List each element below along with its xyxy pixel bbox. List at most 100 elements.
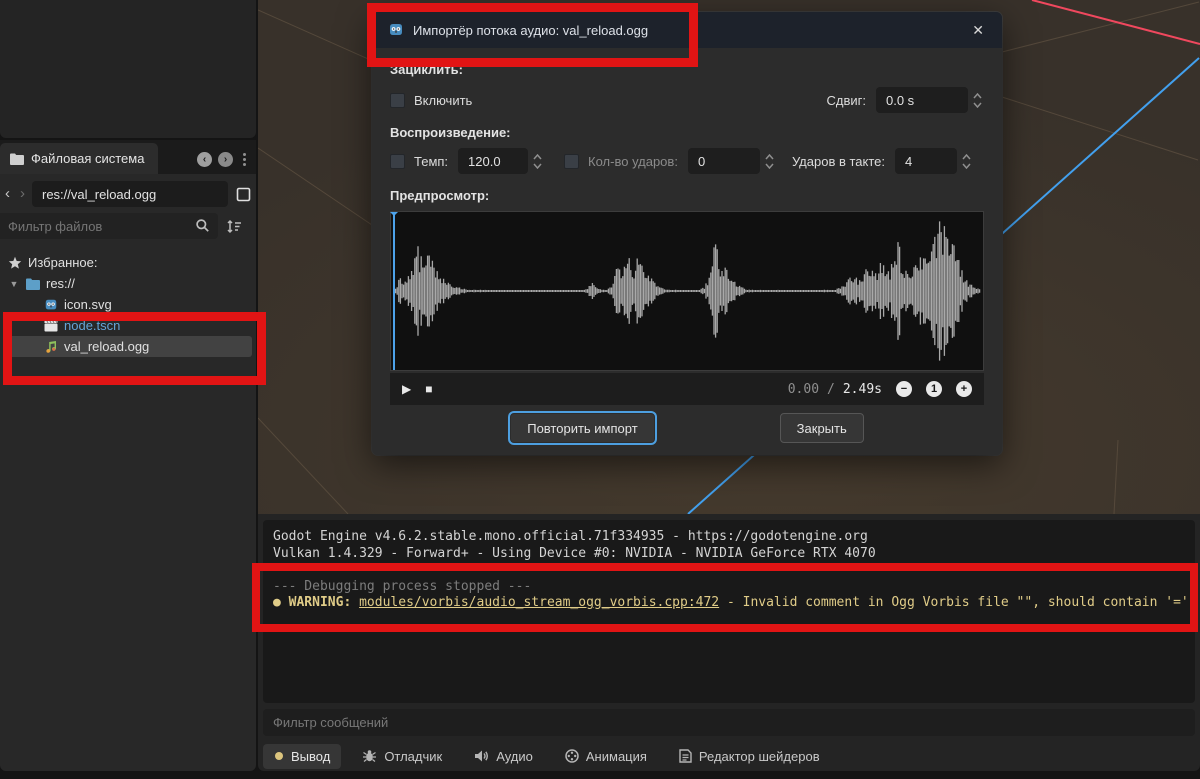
waveform-preview[interactable] [390, 211, 984, 371]
tempo-spin-arrows[interactable] [528, 153, 544, 169]
beat-count-spin-arrows[interactable] [760, 153, 776, 169]
history-back-button[interactable]: ‹ [2, 183, 13, 205]
dock-menu-button[interactable] [239, 151, 250, 168]
dock-tabbar: Файловая система ‹ › [0, 140, 256, 174]
offset-label: Сдвиг: [826, 92, 867, 108]
scene-dock-panel [0, 0, 256, 138]
preview-section-label: Предпросмотр: [390, 188, 490, 203]
zoom-out-button[interactable]: − [896, 381, 912, 397]
beat-count-checkbox[interactable] [564, 153, 580, 169]
output-log: Godot Engine v4.6.2.stable.mono.official… [263, 520, 1200, 703]
bottom-panel-tabs: Вывод Отладчик Аудио Анимация Редактор шейде… [263, 741, 1195, 771]
log-line: Godot Engine v4.6.2.stable.mono.official… [273, 529, 868, 544]
godot-icon [390, 24, 402, 35]
bottom-tab-аудио[interactable]: Аудио [463, 744, 544, 769]
bar-beats-spinbox[interactable]: 4 [895, 148, 958, 174]
offset-spin-arrows[interactable] [968, 92, 984, 108]
bottom-tab-отладчик[interactable]: Отладчик [351, 744, 453, 769]
dialog-titlebar[interactable]: Импортёр потока аудио: val_reload.ogg ✕ [372, 12, 1002, 48]
current-path-input[interactable] [32, 181, 228, 207]
bottom-tab-вывод[interactable]: Вывод [263, 743, 342, 769]
godot-icon [45, 299, 57, 309]
toggle-split-mode-button[interactable] [232, 185, 255, 204]
file-label: node.tscn [64, 318, 121, 333]
chevron-down-icon [533, 163, 542, 169]
chevron-up-icon [765, 153, 774, 159]
playback-section-label: Воспроизведение: [390, 125, 511, 140]
search-icon [195, 218, 210, 238]
file-tree-item-node.tscn[interactable]: node.tscn [4, 315, 252, 336]
file-tree-item-val-reload.ogg[interactable]: val_reload.ogg [4, 336, 252, 357]
bar-beats-label: Ударов в такте: [791, 153, 886, 169]
animation-reel-icon [565, 749, 579, 763]
tab-filesystem[interactable]: Файловая система [0, 143, 159, 174]
chevron-down-icon [962, 163, 971, 169]
loop-enable-label: Включить [414, 92, 473, 108]
folder-icon [26, 278, 40, 290]
log-line: --- Debugging process stopped --- [273, 578, 532, 594]
file-tree: Избранное: ▼ res:// icon.svg node.tscn val_re… [0, 252, 256, 357]
folder-icon [10, 153, 24, 165]
tempo-label: Темп: [414, 153, 449, 169]
close-icon[interactable]: ✕ [968, 20, 988, 41]
shader-document-icon [679, 749, 692, 763]
history-forward-button[interactable]: › [17, 183, 28, 205]
time-separator: / [827, 381, 835, 397]
output-panel: Godot Engine v4.6.2.stable.mono.official… [258, 514, 1200, 771]
tab-label: Редактор шейдеров [698, 748, 820, 764]
zoom-reset-button[interactable]: 1 [926, 381, 942, 397]
chevron-down-icon [973, 102, 982, 108]
message-filter-input[interactable] [263, 709, 1195, 736]
tab-label: Анимация [585, 748, 647, 764]
bar-beats-spin-arrows[interactable] [957, 153, 973, 169]
sort-files-button[interactable] [224, 219, 250, 234]
audio-file-icon [46, 340, 57, 353]
beat-count-spinbox[interactable]: 0 [687, 148, 760, 174]
chevron-up-icon [533, 153, 542, 159]
filesystem-body: ‹ › Избранное: ▼ res:// icon.svg node.tscn va… [0, 174, 256, 771]
dock-back-button[interactable]: ‹ [197, 152, 212, 167]
bottom-tab-редактор-шейдеров[interactable]: Редактор шейдеров [668, 744, 831, 769]
play-button[interactable]: ▶ [402, 382, 411, 396]
tempo-spinbox[interactable]: 120.0 [458, 148, 529, 174]
warning-dot: ● [273, 595, 289, 610]
tab-label: Аудио [496, 748, 533, 764]
chevron-down-icon [765, 163, 774, 169]
reimport-button[interactable]: Повторить импорт [510, 413, 655, 443]
stop-button[interactable]: ■ [425, 382, 432, 396]
bottom-tab-анимация[interactable]: Анимация [554, 744, 658, 769]
loop-section-label: Зациклить: [390, 62, 463, 77]
close-button[interactable]: Закрыть [779, 413, 864, 443]
chevron-up-icon [962, 153, 971, 159]
tab-filesystem-label: Файловая система [31, 151, 145, 166]
star-icon [8, 256, 22, 269]
expand-arrow-icon[interactable]: ▼ [8, 279, 20, 289]
zoom-in-button[interactable]: + [956, 381, 972, 397]
beat-count-label: Кол-во ударов: [588, 153, 678, 169]
scene-icon [44, 319, 58, 332]
time-current: 0.00 [787, 381, 820, 397]
file-label: Избранное: [28, 255, 98, 270]
filesystem-dock: Файловая система ‹ › ‹ › res://val_reloa… [0, 0, 256, 771]
tab-label: Отладчик [384, 748, 443, 764]
file-tree-item-icon.svg[interactable]: icon.svg [4, 294, 252, 315]
audio-import-dialog: Импортёр потока аудио: val_reload.ogg ✕ … [372, 12, 1002, 455]
file-tree-item-res-[interactable]: ▼ res:// [4, 273, 252, 294]
log-line: Vulkan 1.4.329 - Forward+ - Using Device… [273, 545, 876, 561]
warning-source-link[interactable]: modules/vorbis/audio_stream_ogg_vorbis.c… [359, 595, 719, 610]
split-mode-icon [236, 187, 251, 201]
tempo-checkbox[interactable] [390, 153, 405, 169]
dock-forward-button[interactable]: › [218, 152, 233, 167]
file-tree-item--[interactable]: Избранное: [4, 252, 252, 273]
loop-enable-checkbox[interactable] [390, 92, 405, 108]
file-label: val_reload.ogg [64, 339, 150, 354]
file-label: icon.svg [64, 297, 112, 312]
warning-log-line: ● WARNING: modules/vorbis/audio_stream_o… [273, 595, 1200, 610]
file-label: res:// [46, 276, 75, 291]
chevron-up-icon [973, 92, 982, 98]
playhead-cursor[interactable] [390, 212, 398, 370]
file-filter-input[interactable] [0, 213, 218, 239]
sort-icon [227, 219, 241, 233]
offset-spinbox[interactable]: 0.0 s [876, 87, 968, 113]
debugger-bug-icon [363, 750, 377, 762]
